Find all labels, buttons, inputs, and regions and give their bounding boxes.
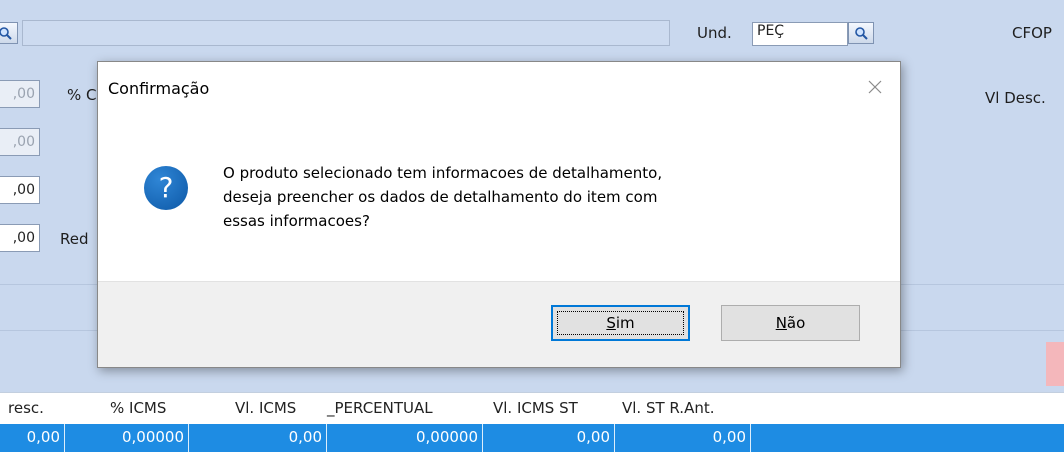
col-header[interactable]: Vl. ICMS <box>235 399 296 417</box>
percent-label: % C <box>67 86 97 104</box>
grid-header: resc. % ICMS Vl. ICMS _PERCENTUAL Vl. IC… <box>0 392 1064 424</box>
dialog-message-line: O produto selecionado tem informacoes de… <box>223 164 663 182</box>
dialog-footer: Sim Não <box>98 281 900 367</box>
cell-divider <box>750 424 751 452</box>
cell-divider <box>326 424 327 452</box>
und-value: PEÇ <box>757 23 785 39</box>
value-field-4[interactable]: ,00 <box>0 224 40 252</box>
app-window: Und. PEÇ CFOP ,00 % C ,00 ,00 ,00 Red Vl… <box>0 0 1064 452</box>
dialog-message-line: essas informacoes? <box>223 212 370 230</box>
cell-divider <box>64 424 65 452</box>
yes-button[interactable]: Sim <box>551 305 690 341</box>
col-header[interactable]: Vl. ST R.Ant. <box>622 399 715 417</box>
table-cell: 0,00 <box>26 428 60 446</box>
cell-divider <box>482 424 483 452</box>
und-lookup-button[interactable] <box>848 22 874 44</box>
vl-desc-label: Vl Desc. <box>985 89 1046 107</box>
table-cell: 0,00000 <box>121 428 184 446</box>
close-button[interactable] <box>864 76 886 98</box>
dialog-title: Confirmação <box>108 79 210 98</box>
dialog-message-line: deseja preencher os dados de detalhament… <box>223 188 658 206</box>
table-cell: 0,00 <box>712 428 746 446</box>
cell-divider <box>188 424 189 452</box>
table-cell: 0,00 <box>576 428 610 446</box>
indicator-square <box>1046 342 1064 386</box>
close-icon <box>868 80 882 94</box>
col-header[interactable]: Vl. ICMS ST <box>493 399 578 417</box>
confirmation-dialog: Confirmação ? O produto selecionado tem … <box>97 61 901 368</box>
search-icon <box>0 27 12 40</box>
question-icon: ? <box>144 166 188 210</box>
value-field-3[interactable]: ,00 <box>0 176 40 204</box>
description-field[interactable] <box>22 20 670 46</box>
lookup-button-left[interactable] <box>0 22 18 44</box>
table-cell: 0,00000 <box>415 428 478 446</box>
col-header[interactable]: % ICMS <box>110 399 166 417</box>
value-field-2[interactable]: ,00 <box>0 128 40 156</box>
cfop-label: CFOP <box>1012 24 1052 42</box>
table-row[interactable]: 0,00 0,00000 0,00 0,00000 0,00 0,00 <box>0 424 1064 452</box>
no-button[interactable]: Não <box>721 305 860 341</box>
value-field-1[interactable]: ,00 <box>0 80 40 108</box>
search-icon <box>855 27 868 40</box>
cell-divider <box>614 424 615 452</box>
und-field[interactable]: PEÇ <box>752 22 848 46</box>
und-label: Und. <box>697 24 732 42</box>
col-header[interactable]: _PERCENTUAL <box>327 399 433 417</box>
table-cell: 0,00 <box>288 428 322 446</box>
red-label: Red <box>60 230 89 248</box>
col-header[interactable]: resc. <box>8 399 44 417</box>
